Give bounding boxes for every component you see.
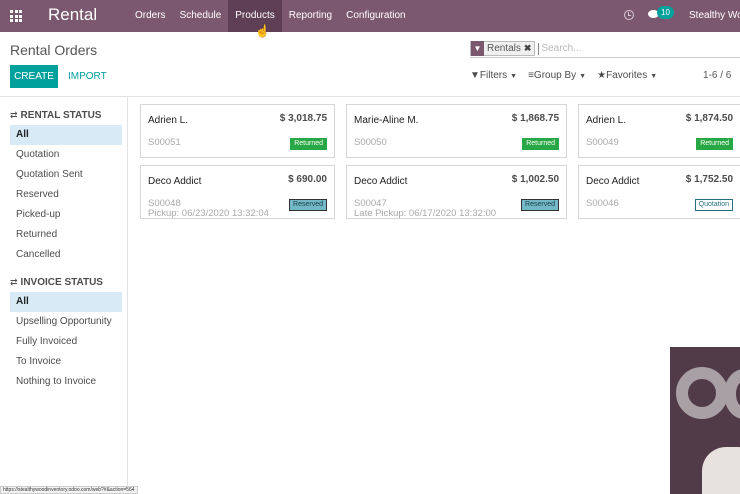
- caret-down-icon: ▼: [510, 73, 518, 80]
- filter-icon: ▼: [471, 41, 484, 56]
- rental-status-quotation-sent[interactable]: Quotation Sent: [10, 165, 122, 185]
- favorites-label: Favorites: [606, 70, 648, 81]
- presenter-silhouette: [702, 447, 740, 494]
- rental-status-heading: ⇄ RENTAL STATUS: [10, 110, 102, 121]
- search-bar: ▼ Rentals ✖: [470, 40, 740, 58]
- rental-card[interactable]: Deco Addict $ 1,002.50 S00047 Late Picku…: [346, 165, 567, 219]
- invoice-status-all[interactable]: All: [10, 292, 122, 312]
- card-customer: Adrien L.: [148, 115, 189, 126]
- filters-dropdown[interactable]: ▼Filters ▼: [470, 70, 517, 81]
- card-amount: $ 1,752.50: [685, 174, 733, 185]
- card-customer: Adrien L.: [586, 115, 627, 126]
- app-brand[interactable]: Rental: [48, 5, 97, 25]
- top-navbar: Rental Orders Schedule Products Reportin…: [0, 0, 740, 32]
- rental-card[interactable]: Deco Addict $ 690.00 S00048 Pickup: 06/2…: [140, 165, 335, 219]
- menu-configuration[interactable]: Configuration: [339, 0, 412, 32]
- search-facet[interactable]: ▼ Rentals ✖: [470, 41, 536, 56]
- filters-label: Filters: [479, 70, 508, 81]
- card-reference: S00050: [354, 137, 387, 148]
- pager-value[interactable]: 1-6 / 6: [703, 70, 731, 81]
- card-customer: Deco Addict: [354, 176, 408, 187]
- invoice-status-heading: ⇄ INVOICE STATUS: [10, 277, 103, 288]
- status-badge: Quotation: [694, 199, 733, 211]
- menu-reporting[interactable]: Reporting: [282, 0, 339, 32]
- card-reference: S00049: [586, 137, 619, 148]
- apps-menu-icon[interactable]: [10, 10, 22, 22]
- import-button[interactable]: IMPORT: [68, 65, 107, 88]
- card-amount: $ 1,002.50: [511, 174, 559, 185]
- status-badge: Returned: [522, 138, 559, 150]
- card-pickup-date: Late Pickup: 06/17/2020 13:32:00: [354, 208, 497, 219]
- logo-ring-shape: [676, 367, 728, 419]
- create-button[interactable]: CREATE: [10, 65, 58, 88]
- caret-down-icon: ▼: [579, 73, 587, 80]
- favorites-dropdown[interactable]: ★Favorites ▼: [597, 70, 657, 81]
- browser-status-url: https://stealthywoodinventory.odoo.com/w…: [0, 486, 138, 494]
- page-title: Rental Orders: [10, 42, 98, 58]
- rental-card[interactable]: Adrien L. $ 3,018.75 S00051 Returned: [140, 104, 335, 158]
- webcam-overlay: [670, 347, 740, 494]
- menu-orders[interactable]: Orders: [128, 0, 173, 32]
- filter-funnel-icon: ▼: [470, 70, 480, 81]
- exchange-icon: ⇄: [10, 277, 18, 287]
- rental-status-reserved[interactable]: Reserved: [10, 185, 122, 205]
- chat-count-badge: 10: [657, 6, 674, 19]
- exchange-icon: ⇄: [10, 110, 18, 120]
- menu-schedule[interactable]: Schedule: [173, 0, 229, 32]
- group-by-label: Group By: [533, 70, 577, 81]
- rental-status-quotation[interactable]: Quotation: [10, 145, 122, 165]
- activity-clock-icon[interactable]: [624, 10, 634, 20]
- card-amount: $ 1,868.75: [511, 113, 559, 124]
- rental-card[interactable]: Adrien L. $ 1,874.50 S00049 Returned: [578, 104, 740, 158]
- search-input[interactable]: [538, 42, 719, 55]
- card-amount: $ 690.00: [288, 174, 327, 185]
- caret-down-icon: ▼: [650, 73, 658, 80]
- status-badge: Returned: [290, 138, 327, 150]
- rental-status-picked-up[interactable]: Picked-up: [10, 205, 122, 225]
- invoice-status-nothing[interactable]: Nothing to Invoice: [10, 372, 122, 392]
- invoice-status-fully-invoiced[interactable]: Fully Invoiced: [10, 332, 122, 352]
- search-options: ▼Filters ▼ ≡Group By ▼ ★Favorites ▼: [470, 70, 668, 81]
- search-panel: ⇄ RENTAL STATUS All Quotation Quotation S…: [0, 97, 128, 494]
- invoice-status-to-invoice[interactable]: To Invoice: [10, 352, 122, 372]
- facet-close-icon[interactable]: ✖: [524, 43, 535, 54]
- rental-card[interactable]: Marie-Aline M. $ 1,868.75 S00050 Returne…: [346, 104, 567, 158]
- status-badge: Reserved: [521, 199, 559, 211]
- rental-status-returned[interactable]: Returned: [10, 225, 122, 245]
- card-customer: Deco Addict: [148, 176, 202, 187]
- card-amount: $ 3,018.75: [279, 113, 327, 124]
- card-amount: $ 1,874.50: [685, 113, 733, 124]
- rental-status-all[interactable]: All: [10, 125, 122, 145]
- card-customer: Marie-Aline M.: [354, 115, 419, 126]
- hand-cursor-icon: ☝: [255, 24, 270, 38]
- main-menu: Orders Schedule Products Reporting Confi…: [128, 0, 413, 32]
- invoice-status-upselling[interactable]: Upselling Opportunity: [10, 312, 122, 332]
- card-customer: Deco Addict: [586, 176, 640, 187]
- card-reference: S00051: [148, 137, 181, 148]
- rental-card[interactable]: Deco Addict $ 1,752.50 S00046 Quotation: [578, 165, 740, 219]
- star-icon: ★: [597, 70, 607, 81]
- user-menu[interactable]: Stealthy Wo: [689, 10, 740, 21]
- logo-ring-shape: [724, 369, 740, 419]
- card-reference: S00046: [586, 198, 619, 209]
- status-badge: Returned: [696, 138, 733, 150]
- facet-label: Rentals: [487, 43, 521, 54]
- card-pickup-date: Pickup: 06/23/2020 13:32:04: [148, 208, 269, 219]
- status-badge: Reserved: [289, 199, 327, 211]
- rental-status-cancelled[interactable]: Cancelled: [10, 245, 122, 265]
- group-by-dropdown[interactable]: ≡Group By ▼: [528, 70, 586, 81]
